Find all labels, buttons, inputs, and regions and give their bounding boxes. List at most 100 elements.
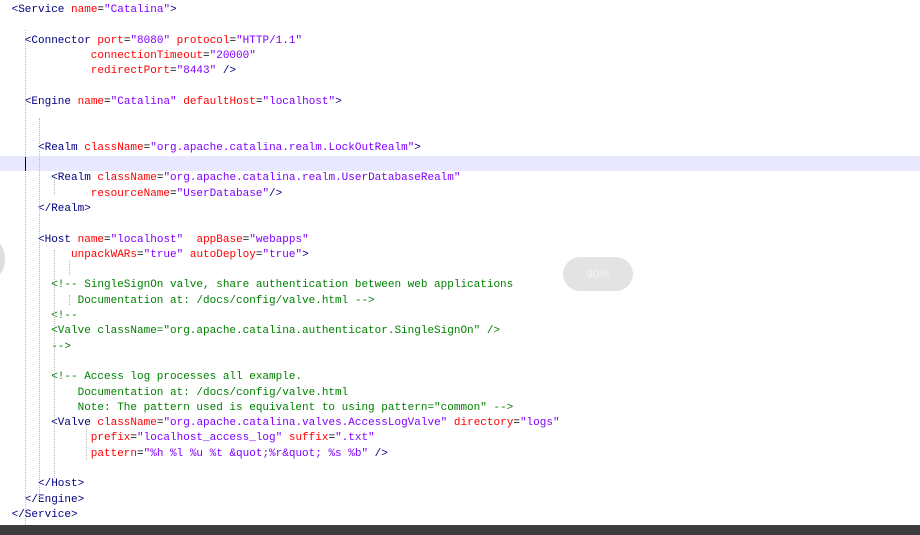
code-token: port	[97, 34, 124, 47]
code-token: "true"	[143, 248, 184, 261]
code-token: =	[255, 95, 263, 108]
code-line[interactable]: Note: The pattern used is equivalent to …	[0, 401, 920, 416]
code-line[interactable]: <Valve className = "org.apache.catalina.va…	[0, 416, 920, 431]
code-token: "Catalina"	[110, 95, 177, 108]
code-line[interactable]: <Connector port="8080" protocol="HTTP/1.…	[0, 34, 920, 49]
code-line[interactable]	[0, 156, 920, 172]
code-token: "org.apache.catalina.realm.UserDatabaseR…	[163, 172, 461, 185]
code-line[interactable]: Documentation at: /docs/config/valve.htm…	[0, 294, 920, 309]
code-token: >	[414, 141, 421, 154]
code-line[interactable]	[0, 217, 920, 232]
code-line[interactable]: connectionTimeout="20000"	[0, 49, 920, 64]
code-token: "20000"	[209, 49, 256, 62]
text-caret	[25, 157, 26, 171]
code-line[interactable]	[0, 355, 920, 370]
code-token: <Engine	[24, 95, 72, 108]
code-line[interactable]	[0, 110, 920, 125]
code-token: >	[170, 4, 177, 16]
code-line[interactable]: <Valve className="org.apache.catalina.au…	[0, 324, 920, 339]
code-line[interactable]: <!-- SingleSignOn valve, share authentic…	[0, 278, 920, 293]
code-token: pattern	[90, 447, 138, 460]
code-line[interactable]: </Service>	[0, 508, 920, 523]
code-token: <Realm	[51, 172, 91, 185]
code-token: </Host>	[38, 478, 85, 491]
code-line[interactable]	[0, 462, 920, 477]
code-token: directory	[453, 417, 514, 430]
code-line[interactable]: <!--	[0, 309, 920, 324]
code-token: <Connector	[24, 34, 91, 47]
code-line[interactable]: <Realm className="org.apache.catalina.re…	[0, 141, 920, 156]
code-line[interactable]: </Realm>	[0, 202, 920, 217]
code-token: <Realm	[38, 141, 78, 154]
code-token: className	[97, 172, 157, 185]
code-line[interactable]: <Engine name="Catalina" defaultHost="loc…	[0, 95, 920, 110]
code-token: <Host	[38, 233, 72, 246]
code-line[interactable]: unpackWARs="true" autoDeploy="true">	[0, 248, 920, 263]
code-token: suffix	[288, 432, 329, 445]
code-line[interactable]	[0, 125, 920, 140]
code-token: name	[71, 4, 98, 16]
code-token: "localhost"	[262, 95, 336, 108]
code-token: =	[513, 417, 520, 430]
code-token: =	[104, 233, 111, 246]
code-token: =	[104, 95, 111, 108]
code-token: ".txt"	[335, 432, 375, 445]
code-line[interactable]	[0, 80, 920, 95]
code-token: "8080"	[130, 34, 171, 47]
indent-guide	[54, 175, 55, 195]
code-token: />	[222, 65, 237, 78]
code-token: name	[77, 95, 105, 108]
code-editor[interactable]: <Service name="Catalina"> <Connector port…	[0, 0, 920, 525]
code-line[interactable]: prefix="localhost_access_log" suffix=".t…	[0, 431, 920, 446]
code-token: "HTTP/1.1"	[236, 34, 303, 47]
code-token: </Realm>	[38, 202, 91, 215]
code-line[interactable]	[0, 263, 920, 278]
code-token: />	[269, 187, 283, 200]
code-token: <!-- SingleSignOn valve, share authentic…	[51, 279, 514, 292]
code-line[interactable]: <Host name="localhost" appBase="webapps"	[0, 233, 920, 248]
indent-guide	[39, 118, 40, 500]
code-line[interactable]: redirectPort="8443" />	[0, 64, 920, 79]
code-token: Note: The pattern used is equivalent to …	[77, 401, 514, 414]
code-line[interactable]: resourceName="UserDatabase"/>	[0, 187, 920, 202]
code-token: =	[170, 65, 177, 78]
code-token: </Engine>	[24, 493, 85, 506]
code-token: </Service>	[11, 508, 78, 521]
code-token: redirectPort	[90, 65, 171, 78]
code-token: "logs"	[519, 417, 560, 430]
code-token: "Catalina"	[104, 4, 171, 16]
code-token: =	[170, 187, 177, 200]
code-token: "8443"	[176, 65, 217, 78]
code-line[interactable]: pattern="%h %l %u %t &quot;%r&quot; %s %…	[0, 447, 920, 462]
code-line[interactable]: <!-- Access log processes all example.	[0, 370, 920, 385]
code-line[interactable]	[0, 18, 920, 33]
code-token: protocol	[176, 34, 230, 47]
code-line[interactable]: Documentation at: /docs/config/valve.htm…	[0, 386, 920, 401]
code-token: className	[97, 417, 157, 430]
indent-guide	[69, 295, 70, 305]
code-line[interactable]: </Engine>	[0, 493, 920, 508]
code-line[interactable]: </Host>	[0, 477, 920, 492]
zoom-level-badge: 90%	[563, 257, 633, 291]
code-token: "true"	[262, 248, 303, 261]
code-token: prefix	[90, 432, 131, 445]
code-token: =	[203, 49, 210, 62]
code-line[interactable]: -->	[0, 340, 920, 355]
code-token: =	[137, 248, 144, 261]
code-token: >	[302, 248, 309, 261]
code-line[interactable]: <Realm className="org.apache.catalina.re…	[0, 171, 920, 186]
code-token: <Valve	[51, 417, 91, 430]
code-token: Documentation at: /docs/config/valve.htm…	[77, 294, 375, 307]
code-token: <Service	[11, 4, 65, 16]
code-token: <Valve className="org.apache.catalina.au…	[51, 325, 501, 338]
code-token: "org.apache.catalina.valves.AccessLogVal…	[163, 417, 448, 430]
code-line[interactable]: <Service name="Catalina">	[0, 3, 920, 18]
